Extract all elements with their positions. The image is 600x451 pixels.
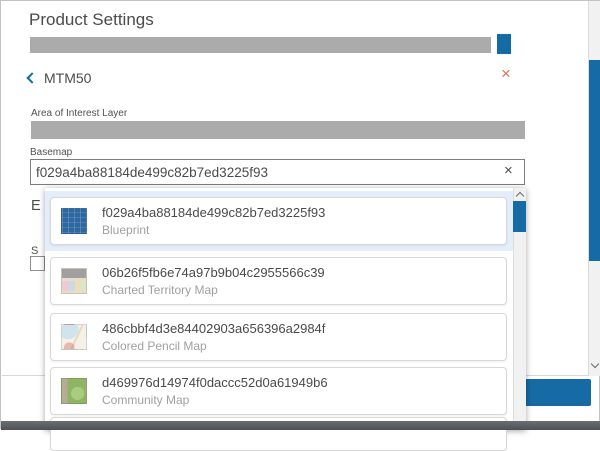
redacted-field-top — [30, 37, 491, 53]
back-button[interactable]: MTM50 — [28, 70, 91, 86]
basemap-option-id: 06b26f5fb6e74a97b9b04c2955566c39 — [102, 265, 325, 280]
basemap-option-blueprint[interactable]: f029a4ba88184de499c82b7ed3225f93 Bluepri… — [50, 197, 507, 245]
chevron-left-icon — [26, 72, 37, 83]
close-icon[interactable]: × — [501, 65, 511, 82]
page-title: Product Settings — [29, 10, 154, 30]
truncated-label-left: E — [31, 198, 41, 214]
basemap-option-community[interactable]: d469976d14974f0daccc52d0a61949b6 Communi… — [50, 367, 507, 415]
basemap-thumbnail-blueprint — [61, 208, 87, 234]
basemap-thumbnail-colored-pencil — [61, 324, 87, 350]
basemap-option-name: Charted Territory Map — [102, 283, 325, 297]
basemap-option-name: Blueprint — [102, 223, 325, 237]
dropdown-scroll-up-icon[interactable] — [516, 192, 524, 200]
accent-square-button[interactable] — [497, 34, 511, 54]
aoi-field-redacted[interactable] — [31, 121, 525, 139]
basemap-field-label: Basemap — [30, 147, 72, 158]
basemap-option-charted-territory[interactable]: 06b26f5fb6e74a97b9b04c2955566c39 Charted… — [50, 257, 507, 305]
basemap-option-id: 486cbbf4d3e84402903a656396a2984f — [102, 321, 325, 336]
dropdown-scrollbar-thumb[interactable] — [513, 201, 526, 232]
page-scrollbar-thumb[interactable] — [589, 60, 600, 261]
dropdown-scrollbar-track[interactable] — [513, 188, 526, 430]
footer-action-button[interactable] — [522, 379, 591, 406]
product-name: MTM50 — [44, 70, 91, 86]
basemap-option-id: f029a4ba88184de499c82b7ed3225f93 — [102, 205, 325, 220]
clear-input-icon[interactable]: × — [504, 163, 513, 178]
basemap-thumbnail-charted-territory — [61, 268, 87, 294]
basemap-option-id: d469976d14974f0daccc52d0a61949b6 — [102, 375, 328, 390]
basemap-option-name: Colored Pencil Map — [102, 339, 325, 353]
basemap-input[interactable] — [30, 159, 525, 185]
basemap-thumbnail-community — [61, 378, 87, 404]
checkbox[interactable] — [30, 256, 45, 271]
basemap-option-colored-pencil[interactable]: 486cbbf4d3e84402903a656396a2984f Colored… — [50, 313, 507, 361]
basemap-dropdown: f029a4ba88184de499c82b7ed3225f93 Bluepri… — [45, 188, 526, 430]
aoi-field-label: Area of Interest Layer — [31, 108, 127, 119]
basemap-option-name: Community Map — [102, 393, 328, 407]
